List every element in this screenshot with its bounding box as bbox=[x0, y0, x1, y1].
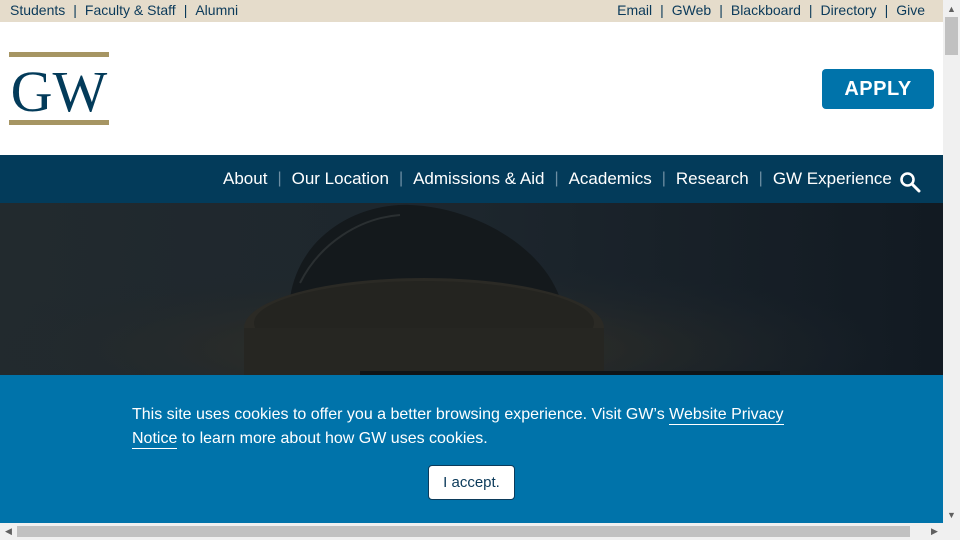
email-link[interactable]: Email bbox=[617, 2, 652, 18]
logo-text: GW bbox=[11, 60, 108, 118]
nav-separator: | bbox=[758, 170, 763, 187]
nav-separator: | bbox=[398, 170, 404, 187]
cookie-banner: This site uses cookies to offer you a be… bbox=[0, 375, 943, 523]
nav-admissions-aid[interactable]: Admissions & Aid bbox=[413, 169, 544, 189]
blackboard-link[interactable]: Blackboard bbox=[731, 2, 801, 18]
nav-separator: | bbox=[277, 170, 282, 187]
page-viewport: Students | Faculty & Staff | Alumni Email | GW… bbox=[0, 0, 943, 523]
separator: | bbox=[719, 2, 723, 18]
cookie-text: This site uses cookies to offer you a be… bbox=[132, 406, 670, 423]
cookie-message: This site uses cookies to offer you a be… bbox=[132, 403, 812, 451]
separator: | bbox=[884, 2, 889, 18]
give-link[interactable]: Give bbox=[896, 2, 925, 18]
site-header: GW APPLY bbox=[0, 22, 943, 155]
students-link[interactable]: Students bbox=[10, 2, 65, 18]
separator: | bbox=[73, 2, 77, 18]
nav-about[interactable]: About bbox=[223, 169, 267, 189]
alumni-link[interactable]: Alumni bbox=[195, 2, 238, 18]
nav-research[interactable]: Research bbox=[676, 169, 749, 189]
utility-bar: Students | Faculty & Staff | Alumni Email | GW… bbox=[0, 0, 943, 22]
scroll-up-arrow-icon[interactable]: ▲ bbox=[943, 0, 960, 17]
separator: | bbox=[808, 2, 813, 18]
cookie-text-tail: to learn more about how GW uses cookies. bbox=[177, 430, 488, 447]
nav-academics[interactable]: Academics bbox=[569, 169, 652, 189]
horizontal-scrollbar[interactable]: ◀ ▶ bbox=[0, 523, 943, 540]
scroll-left-arrow-icon[interactable]: ◀ bbox=[0, 523, 17, 540]
scroll-down-arrow-icon[interactable]: ▼ bbox=[943, 506, 960, 523]
main-nav: About | Our Location | Admissions & Aid … bbox=[0, 155, 943, 203]
quick-links: Email | GWeb | Blackboard | Directory | Give bbox=[617, 2, 925, 18]
audience-links: Students | Faculty & Staff | Alumni bbox=[10, 2, 238, 18]
main-nav-items: About | Our Location | Admissions & Aid … bbox=[223, 155, 892, 203]
gw-logo[interactable]: GW bbox=[9, 52, 109, 127]
nav-separator: | bbox=[661, 170, 666, 187]
nav-gw-experience[interactable]: GW Experience bbox=[773, 169, 892, 189]
horizontal-scroll-thumb[interactable] bbox=[17, 526, 910, 537]
gw-logo-mark: GW bbox=[11, 60, 108, 118]
directory-link[interactable]: Directory bbox=[821, 2, 877, 18]
scrollbar-corner bbox=[943, 523, 960, 540]
separator: | bbox=[660, 2, 664, 18]
separator: | bbox=[183, 2, 188, 18]
scroll-right-arrow-icon[interactable]: ▶ bbox=[926, 523, 943, 540]
observatory-dome-image bbox=[0, 203, 943, 375]
vertical-scroll-thumb[interactable] bbox=[945, 17, 958, 55]
apply-button[interactable]: APPLY bbox=[822, 69, 934, 109]
gweb-link[interactable]: GWeb bbox=[672, 2, 711, 18]
hero-image bbox=[0, 203, 943, 375]
vertical-scrollbar[interactable]: ▲ ▼ bbox=[943, 0, 960, 523]
logo-bottom-rule bbox=[9, 120, 109, 125]
accept-cookies-button[interactable]: I accept. bbox=[428, 465, 515, 500]
nav-our-location[interactable]: Our Location bbox=[292, 169, 389, 189]
nav-separator: | bbox=[554, 170, 559, 187]
faculty-staff-link[interactable]: Faculty & Staff bbox=[85, 2, 176, 18]
logo-top-rule bbox=[9, 52, 109, 57]
search-icon[interactable] bbox=[899, 171, 921, 193]
